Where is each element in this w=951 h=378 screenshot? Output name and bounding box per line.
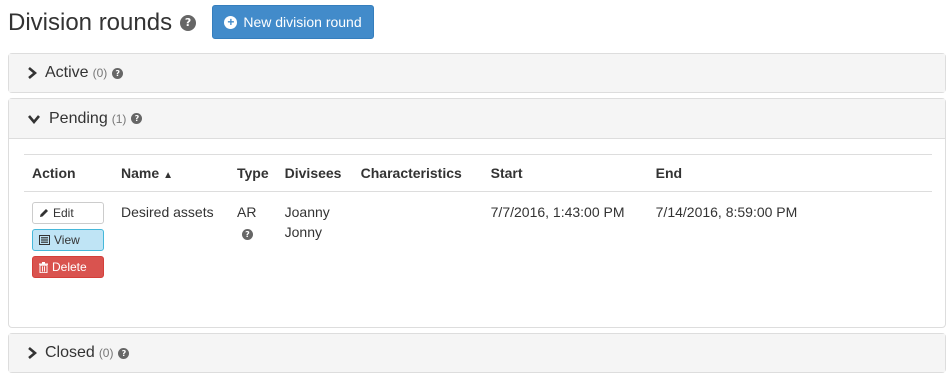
row-end: 7/14/2016, 8:59:00 PM: [655, 204, 798, 220]
help-icon[interactable]: ?: [112, 67, 124, 79]
row-divisees: Joanny Jonny: [277, 192, 353, 294]
edit-button-label: Edit: [53, 206, 74, 220]
chevron-right-icon: [28, 67, 37, 79]
column-header-type: Type: [229, 154, 277, 192]
help-icon[interactable]: ?: [180, 15, 197, 31]
panel-pending-label: Pending: [49, 109, 108, 127]
delete-button-label: Delete: [52, 260, 87, 274]
panel-active-count: (0): [92, 66, 108, 80]
view-button[interactable]: View: [32, 229, 104, 251]
view-button-label: View: [54, 233, 80, 247]
column-header-start: Start: [482, 154, 648, 192]
panel-active: Active (0) ?: [8, 53, 946, 93]
panel-active-heading[interactable]: Active (0) ?: [9, 54, 945, 92]
trash-icon: [39, 261, 48, 273]
table-header-row: Action Name ▲ Type Divisees Characteristi…: [24, 154, 932, 192]
row-name: Desired assets: [121, 204, 214, 220]
pencil-icon: [40, 209, 48, 217]
column-header-name[interactable]: Name ▲: [113, 154, 229, 192]
table-row: Edit View Delete Desired assets AR? Joan…: [24, 192, 932, 294]
column-header-end: End: [647, 154, 932, 192]
panel-closed-label: Closed: [45, 344, 95, 361]
chevron-right-icon: [28, 347, 37, 359]
help-icon[interactable]: ?: [131, 113, 143, 124]
column-header-name-label: Name: [121, 165, 160, 181]
row-actions: Edit View Delete: [24, 192, 113, 294]
column-header-characteristics: Characteristics: [352, 154, 483, 192]
plus-circle-icon: +: [224, 15, 238, 29]
chevron-down-icon: [28, 114, 40, 124]
column-header-action: Action: [24, 154, 113, 192]
panel-active-label: Active: [45, 64, 89, 81]
edit-button[interactable]: Edit: [32, 202, 104, 224]
row-type-value: AR: [237, 204, 257, 220]
help-icon[interactable]: ?: [242, 229, 253, 240]
row-characteristics: [353, 192, 483, 294]
panel-pending-heading[interactable]: Pending (1) ?: [9, 99, 945, 139]
divisee-item: Jonny: [284, 224, 322, 240]
help-icon[interactable]: ?: [118, 347, 130, 359]
division-rounds-table: Action Name ▲ Type Divisees Characteristi…: [24, 154, 932, 293]
list-icon: [39, 235, 50, 245]
delete-button[interactable]: Delete: [32, 256, 104, 278]
row-type: AR?: [229, 192, 277, 294]
panel-closed: Closed (0) ?: [8, 333, 946, 373]
divisee-item: Joanny: [284, 204, 330, 220]
page-title: Division rounds: [8, 9, 173, 36]
sort-asc-icon: ▲: [163, 170, 174, 181]
new-division-round-button[interactable]: + New division round: [212, 5, 374, 39]
panel-pending-count: (1): [111, 111, 127, 126]
panel-pending: Pending (1) ? Action Name ▲ Type Divisees…: [8, 98, 946, 328]
panel-closed-count: (0): [98, 346, 114, 360]
panel-closed-heading[interactable]: Closed (0) ?: [9, 334, 945, 372]
new-division-round-label: New division round: [243, 14, 362, 30]
row-start: 7/7/2016, 1:43:00 PM: [490, 204, 625, 220]
page-header: Division rounds ?: [8, 5, 197, 41]
column-header-divisees: Divisees: [276, 154, 353, 192]
panel-pending-body: Action Name ▲ Type Divisees Characteristi…: [9, 139, 945, 308]
